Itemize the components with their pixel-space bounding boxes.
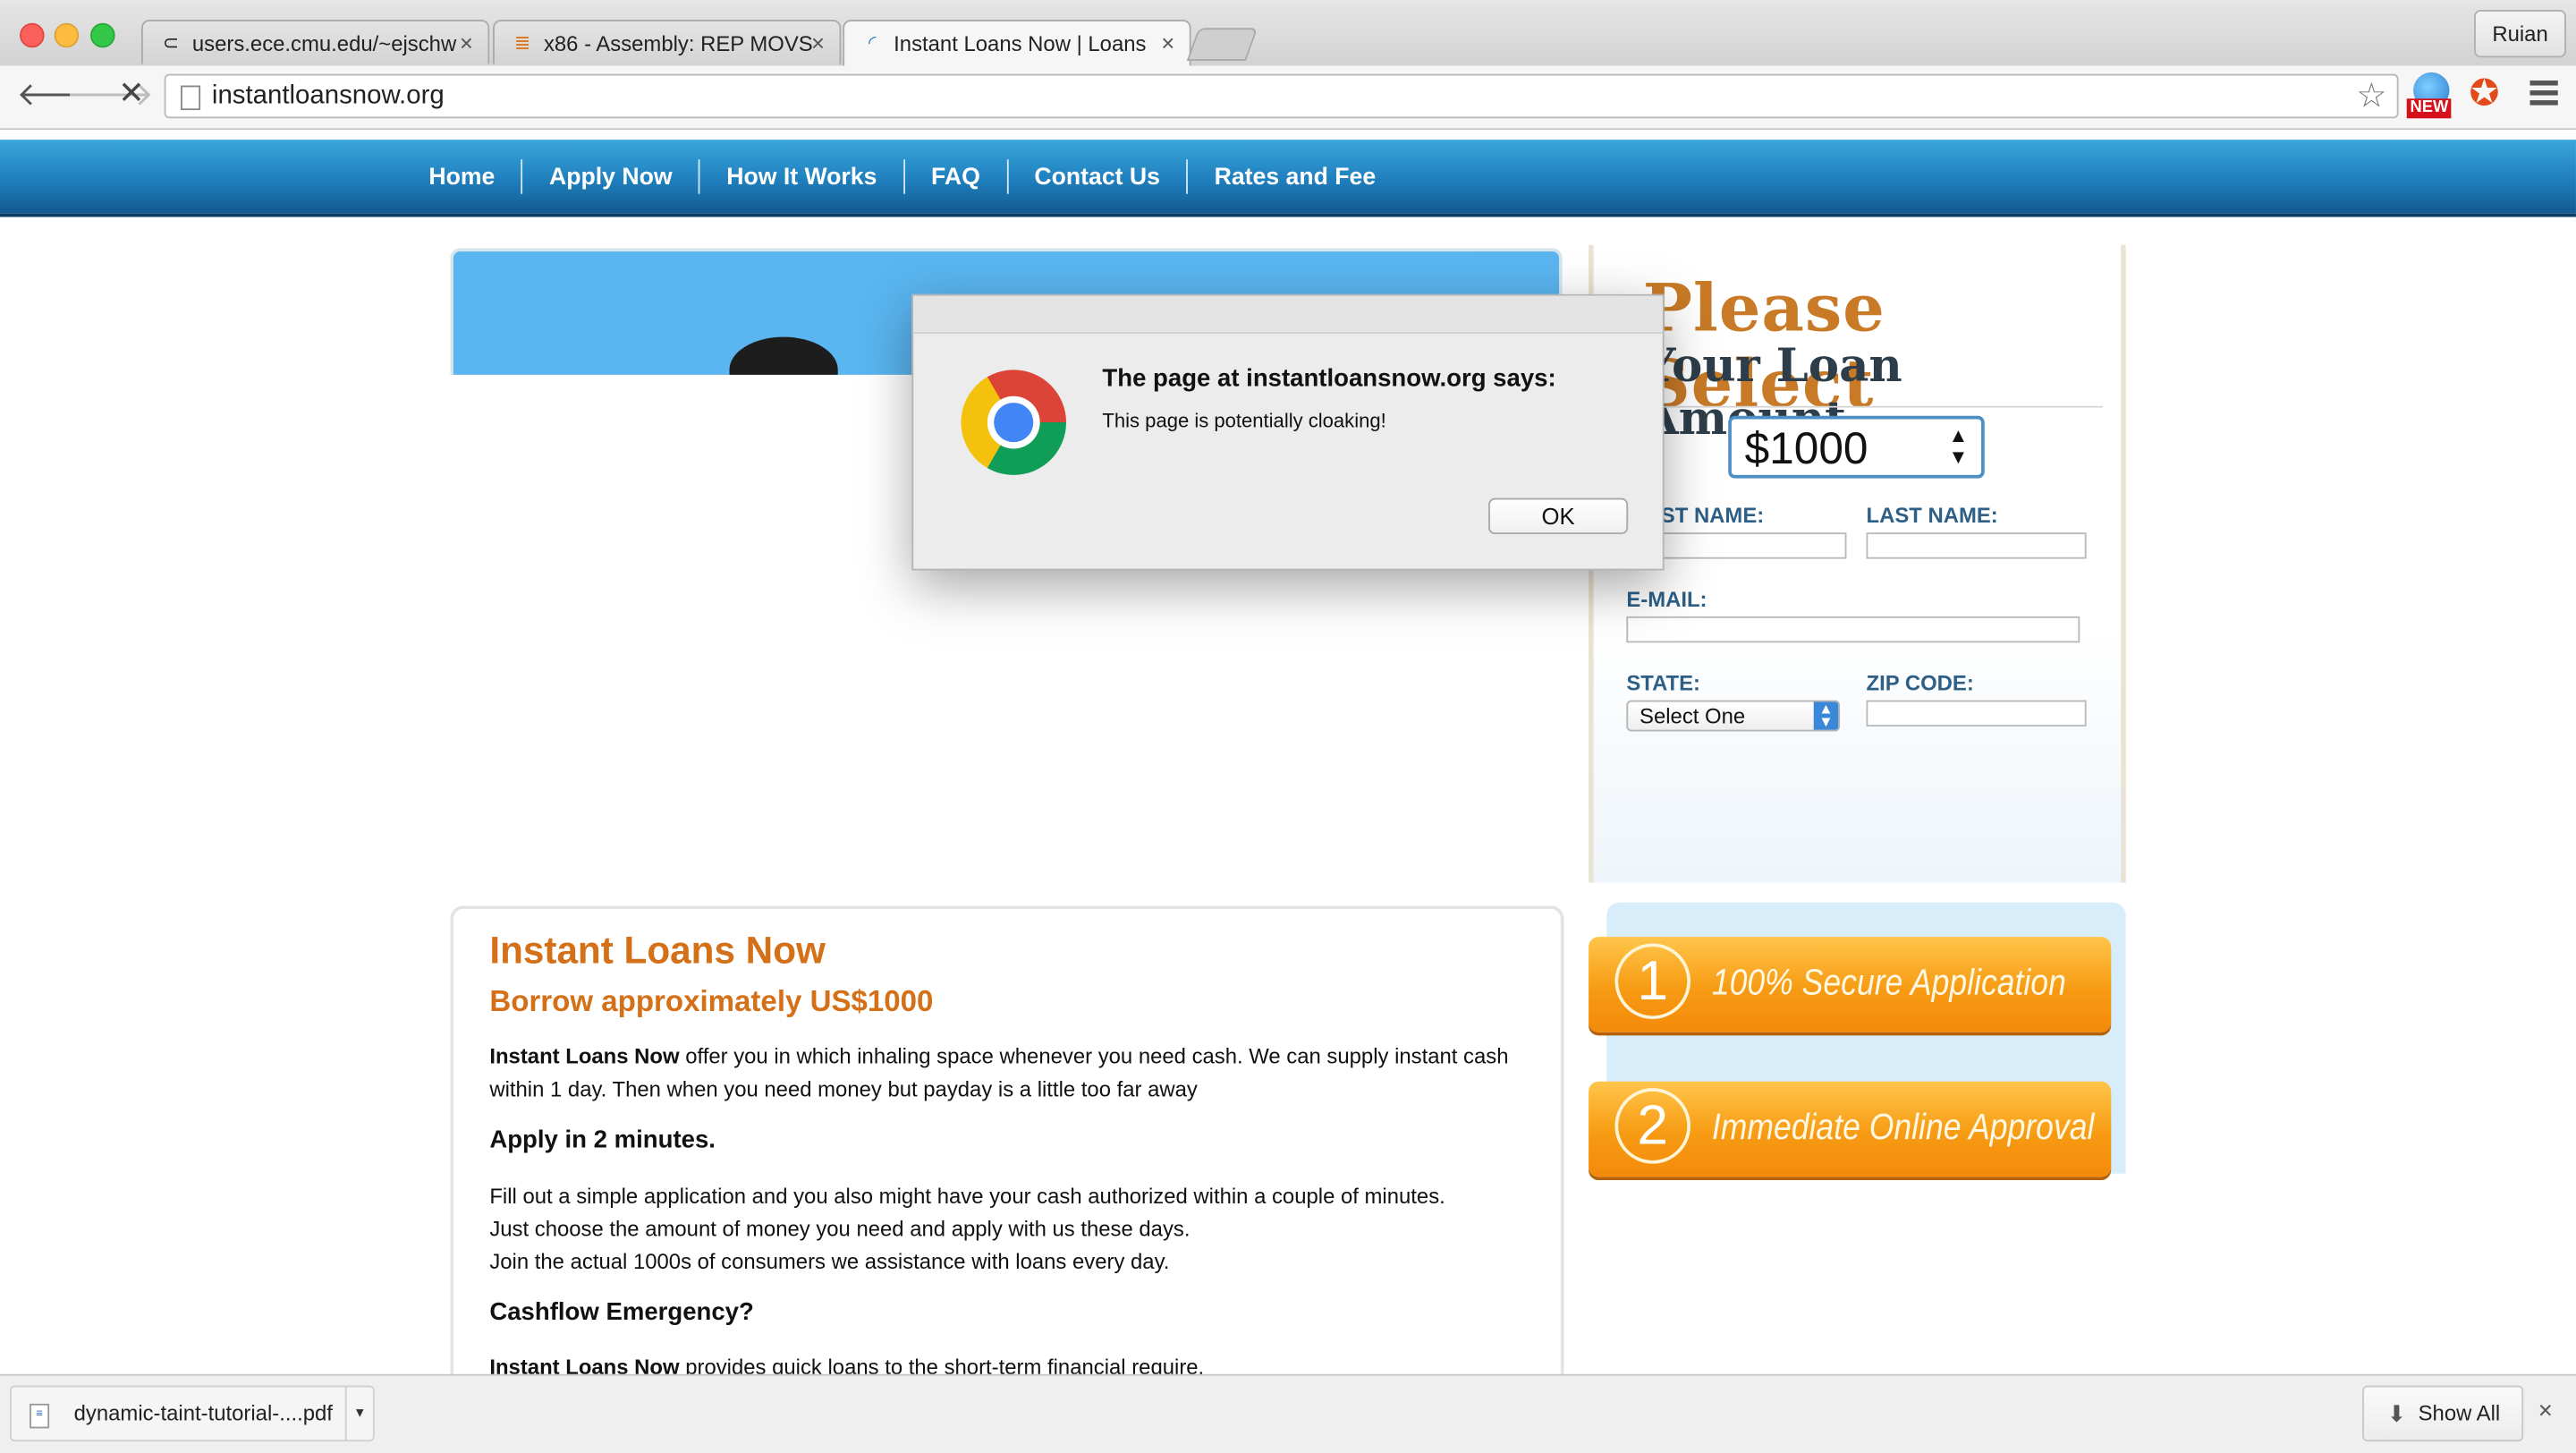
extension-star-icon[interactable]: ✪ <box>2470 75 2500 112</box>
step-label: 100% Secure Application <box>1711 961 2066 1003</box>
profile-button[interactable]: Ruian <box>2474 10 2566 58</box>
nav-home[interactable]: Home <box>402 160 521 193</box>
step-number: 2 <box>1614 1088 1690 1164</box>
step-label: Immediate Online Approval <box>1711 1106 2095 1148</box>
nav-contact-us[interactable]: Contact Us <box>1008 160 1186 193</box>
email-field[interactable] <box>1626 616 2080 643</box>
tab-close-icon[interactable]: × <box>811 21 825 64</box>
loan-form: Please Select Your Loan Amount $1000 ▲▼ … <box>1589 244 2126 883</box>
new-tab-button[interactable] <box>1186 28 1258 61</box>
state-select[interactable]: Select One ▲ ▼ <box>1626 700 1841 732</box>
site-navigation: Home Apply Now How It Works FAQ Contact … <box>0 140 2576 217</box>
tab-title: users.ece.cmu.edu/~ejschw <box>191 30 457 56</box>
chrome-logo-icon <box>961 370 1067 475</box>
address-bar[interactable]: instantloansnow.org ☆ <box>164 73 2399 119</box>
apply-line-3: Join the actual 1000s of consumers we as… <box>489 1249 1170 1274</box>
cmu-favicon-icon: ⊂ <box>162 30 180 55</box>
browser-toolbar: 🡐 🡒 ✕ instantloansnow.org ☆ NEW ✪ <box>0 65 2576 131</box>
apply-heading: Apply in 2 minutes. <box>489 1126 716 1154</box>
stepper-arrows-icon: ▲ ▼ <box>1948 423 1969 469</box>
tab-close-icon[interactable]: × <box>460 21 473 64</box>
bookmark-star-icon[interactable]: ☆ <box>2356 76 2387 117</box>
stackoverflow-favicon-icon: ≣ <box>513 30 531 55</box>
person-head-image <box>729 336 838 375</box>
loan-amount-select[interactable]: $1000 ▲ ▼ <box>1728 415 1985 479</box>
download-arrow-icon: ⬇ <box>2386 1400 2407 1427</box>
ok-button[interactable]: OK <box>1488 497 1629 535</box>
info-heading: Instant Loans Now <box>489 928 826 972</box>
last-name-label: LAST NAME: <box>1866 503 1998 528</box>
pdf-file-icon: ≡ <box>30 1403 50 1429</box>
info-section: Instant Loans Now Borrow approximately U… <box>450 905 1564 1383</box>
dialog-message: This page is potentially cloaking! <box>1102 409 1386 433</box>
apply-line-1: Fill out a simple application and you al… <box>489 1183 1445 1209</box>
tab-instant-loans[interactable]: ◜ Instant Loans Now | Loans × <box>843 20 1191 68</box>
page-icon <box>181 85 201 111</box>
select-caret-icon: ▲ ▼ <box>1813 701 1839 730</box>
tab-stackoverflow[interactable]: ≣ x86 - Assembly: REP MOVS × <box>493 20 842 64</box>
nav-how-it-works[interactable]: How It Works <box>700 160 903 193</box>
tab-title: Instant Loans Now | Loans <box>894 30 1147 56</box>
url-text[interactable]: instantloansnow.org <box>212 76 445 117</box>
zoom-window-button[interactable] <box>90 22 115 48</box>
intro-paragraph: Instant Loans Now offer you in which inh… <box>489 1041 1540 1106</box>
dialog-titlebar <box>913 295 1663 334</box>
close-window-button[interactable] <box>20 22 45 48</box>
loan-amount-value: $1000 <box>1744 423 1868 474</box>
zip-code-label: ZIP CODE: <box>1866 670 1974 696</box>
nav-faq[interactable]: FAQ <box>905 160 1007 193</box>
tab-title: x86 - Assembly: REP MOVS <box>543 30 813 56</box>
brand-name: Instant Loans Now <box>489 1043 680 1069</box>
email-label: E-MAIL: <box>1626 586 1707 612</box>
loading-spinner-icon: ◜ <box>869 30 877 55</box>
download-shelf: ≡ dynamic-taint-tutorial-....pdf ▼ ⬇ Sho… <box>0 1373 2576 1453</box>
step-online-approval: 2 Immediate Online Approval <box>1589 1081 2112 1177</box>
zip-code-field[interactable] <box>1866 700 2087 726</box>
tab-close-icon[interactable]: × <box>1161 21 1174 66</box>
show-all-button[interactable]: ⬇ Show All <box>2362 1385 2524 1442</box>
alert-dialog: The page at instantloansnow.org says: Th… <box>911 293 1665 571</box>
hamburger-menu-icon[interactable] <box>2529 81 2558 110</box>
minimize-window-button[interactable] <box>54 22 80 48</box>
download-item[interactable]: ≡ dynamic-taint-tutorial-....pdf ▼ <box>10 1385 375 1442</box>
steps-panel: 1 100% Secure Application 2 Immediate On… <box>1589 902 2126 1177</box>
apply-line-2: Just choose the amount of money you need… <box>489 1216 1191 1242</box>
info-subheading: Borrow approximately US$1000 <box>489 984 934 1018</box>
nav-apply-now[interactable]: Apply Now <box>523 160 699 193</box>
step-secure-application: 1 100% Secure Application <box>1589 937 2112 1032</box>
last-name-field[interactable] <box>1866 532 2087 559</box>
tab-strip: ⊂ users.ece.cmu.edu/~ejschw × ≣ x86 - As… <box>0 0 2576 68</box>
dialog-title: The page at instantloansnow.org says: <box>1102 364 1556 394</box>
step-number: 1 <box>1614 943 1690 1020</box>
new-badge: NEW <box>2406 98 2452 119</box>
cashflow-heading: Cashflow Emergency? <box>489 1298 754 1327</box>
stop-loading-icon[interactable]: ✕ <box>118 78 144 112</box>
chevron-down-icon[interactable]: ▼ <box>344 1387 373 1440</box>
nav-rates-and-fee[interactable]: Rates and Fee <box>1188 160 1402 193</box>
download-filename: dynamic-taint-tutorial-....pdf <box>73 1400 333 1425</box>
extension-new-icon[interactable]: NEW <box>2406 72 2456 122</box>
state-label: STATE: <box>1626 670 1701 696</box>
divider <box>1649 405 2103 408</box>
close-icon[interactable]: × <box>2538 1398 2553 1425</box>
show-all-label: Show All <box>2418 1400 2501 1425</box>
tab-cmu[interactable]: ⊂ users.ece.cmu.edu/~ejschw × <box>140 20 490 64</box>
state-select-value: Select One <box>1640 703 1746 728</box>
